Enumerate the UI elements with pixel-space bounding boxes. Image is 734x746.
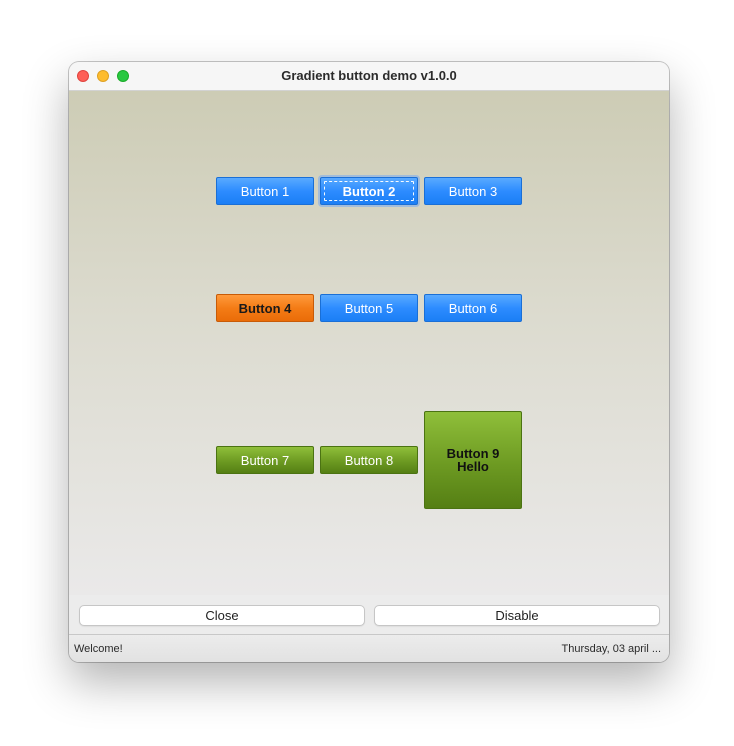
- gradient-button-3[interactable]: Button 3: [424, 177, 522, 205]
- button-label: Button 6: [448, 300, 498, 316]
- gradient-button-7[interactable]: Button 7: [216, 446, 314, 474]
- window-title: Gradient button demo v1.0.0: [281, 68, 457, 83]
- button-label: Button 2: [342, 183, 396, 199]
- button-label: Button 3: [448, 183, 498, 199]
- status-message: Welcome!: [74, 643, 123, 655]
- close-button[interactable]: Close: [79, 605, 365, 626]
- status-date: Thursday, 03 april ...: [561, 643, 661, 655]
- gradient-button-6[interactable]: Button 6: [424, 294, 522, 322]
- gradient-button-5[interactable]: Button 5: [320, 294, 418, 322]
- button-label: Button 8: [344, 452, 394, 468]
- status-bar: Welcome! Thursday, 03 april ...: [69, 635, 669, 662]
- gradient-button-8[interactable]: Button 8: [320, 446, 418, 474]
- gradient-button-2[interactable]: Button 2: [320, 177, 418, 205]
- button-label: Button 4: [238, 300, 292, 316]
- action-bar: Close Disable: [69, 595, 669, 635]
- button-label: Button 9 Hello: [446, 446, 500, 474]
- gradient-button-4[interactable]: Button 4: [216, 294, 314, 322]
- close-button-label: Close: [205, 608, 239, 623]
- disable-button[interactable]: Disable: [374, 605, 660, 626]
- gradient-button-9[interactable]: Button 9 Hello: [424, 411, 522, 509]
- gradient-button-1[interactable]: Button 1: [216, 177, 314, 205]
- button-label: Button 5: [344, 300, 394, 316]
- title-bar[interactable]: Gradient button demo v1.0.0: [69, 62, 669, 91]
- gradient-button-panel: Button 1 Button 2 Button 3 Button 4 Butt…: [69, 91, 669, 595]
- button-label: Button 7: [240, 452, 290, 468]
- button-label: Button 1: [240, 183, 290, 199]
- disable-button-label: Disable: [495, 608, 539, 623]
- app-window: Gradient button demo v1.0.0 Button 1 But…: [69, 62, 669, 662]
